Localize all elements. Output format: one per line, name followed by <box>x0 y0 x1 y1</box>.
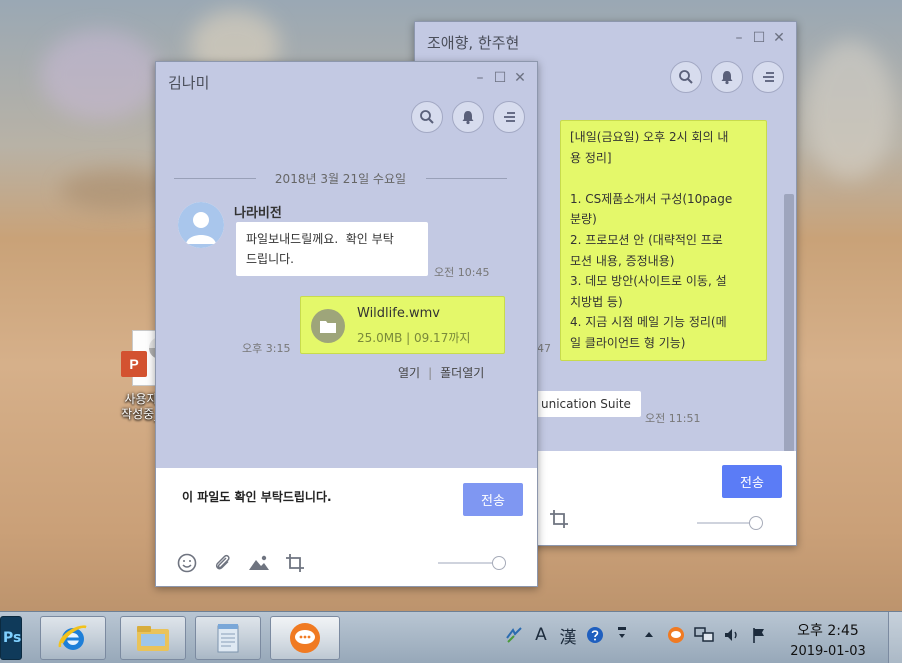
avatar[interactable] <box>178 202 224 248</box>
opacity-slider[interactable] <box>697 516 763 530</box>
system-tray: A 漢 <box>505 624 768 648</box>
taskbar-clock[interactable]: 오후 2:45 2019-01-03 <box>778 620 878 659</box>
emoji-icon[interactable] <box>176 552 198 574</box>
photoshop-taskbar-button[interactable]: Ps <box>0 616 22 660</box>
send-button[interactable]: 전송 <box>463 483 523 516</box>
message-input[interactable]: 이 파일도 확인 부탁드립니다. <box>182 488 332 505</box>
show-desktop-button[interactable] <box>888 612 902 663</box>
volume-icon[interactable] <box>723 624 741 646</box>
menu-icon[interactable] <box>752 61 784 93</box>
bell-icon[interactable] <box>452 101 484 133</box>
maximize-button[interactable]: ☐ <box>493 70 507 86</box>
message-time: 47 <box>537 342 551 355</box>
message-time: 오전 11:51 <box>645 412 701 425</box>
attach-icon[interactable] <box>212 552 234 574</box>
message-input-area[interactable]: 이 파일도 확인 부탁드립니다. 전송 <box>156 468 537 586</box>
date-separator: 2018년 3월 21일 수요일 <box>174 170 507 187</box>
messenger-tray-icon[interactable] <box>667 624 685 646</box>
crop-icon[interactable] <box>549 509 569 533</box>
network-icon[interactable] <box>694 624 714 646</box>
crop-icon[interactable] <box>284 552 306 574</box>
message-time: 오후 3:15 <box>242 342 291 355</box>
scrollbar[interactable] <box>784 194 794 452</box>
date-label: 2018년 3월 21일 수요일 <box>255 170 426 187</box>
close-button[interactable]: ✕ <box>513 70 527 86</box>
clock-time: 오후 2:45 <box>797 623 859 639</box>
action-separator: | <box>428 366 433 380</box>
help-icon[interactable] <box>586 624 604 646</box>
notepad-taskbar-button[interactable] <box>195 616 261 660</box>
chat-area[interactable]: 2018년 3월 21일 수요일 나라비전 파일보내드릴께요. 확인 부탁 드립… <box>156 152 537 470</box>
message-bubble: 파일보내드릴께요. 확인 부탁 드립니다. <box>236 222 428 276</box>
ime-options-icon[interactable] <box>613 624 631 646</box>
internet-explorer-taskbar-button[interactable] <box>40 616 106 660</box>
send-button[interactable]: 전송 <box>722 465 782 498</box>
minimize-button[interactable]: – <box>473 70 487 86</box>
opacity-slider[interactable] <box>438 556 506 570</box>
notepad-icon <box>217 624 239 653</box>
open-file-link[interactable]: 열기 <box>398 366 420 380</box>
folder-icon <box>137 626 169 651</box>
file-explorer-taskbar-button[interactable] <box>120 616 186 660</box>
message-bubble: [내일(금요일) 오후 2시 회의 내 용 정리] 1. CS제품소개서 구성(… <box>560 120 767 361</box>
hanja-indicator[interactable]: 漢 <box>559 624 577 648</box>
taskbar: Ps A 漢 오후 2:45 2019-01-03 <box>0 611 902 663</box>
messenger-taskbar-button[interactable] <box>270 616 340 660</box>
menu-icon[interactable] <box>493 101 525 133</box>
window-header: 김나미 – ☐ ✕ <box>156 62 537 152</box>
message-bubble: unication Suite <box>535 391 641 417</box>
action-center-flag-icon[interactable] <box>750 624 768 646</box>
open-folder-link[interactable]: 폴더열기 <box>440 366 484 380</box>
search-icon[interactable] <box>411 101 443 133</box>
bell-icon[interactable] <box>711 61 743 93</box>
internet-explorer-icon <box>58 625 87 650</box>
file-message[interactable]: Wildlife.wmv 25.0MB | 09.17까지 <box>300 296 505 354</box>
ime-mode-indicator[interactable]: A <box>532 624 550 646</box>
maximize-button[interactable]: ☐ <box>752 30 766 46</box>
chat-window-kimnami: 김나미 – ☐ ✕ 2018년 3월 21일 수요일 나라비전 파일보내드릴께요… <box>155 61 538 587</box>
clock-date: 2019-01-03 <box>790 644 866 659</box>
messenger-icon <box>290 623 320 653</box>
message-time: 오전 10:45 <box>434 266 490 279</box>
image-icon[interactable] <box>248 552 270 574</box>
search-icon[interactable] <box>670 61 702 93</box>
sender-name: 나라비전 <box>234 206 282 221</box>
close-button[interactable]: ✕ <box>772 30 786 46</box>
folder-icon <box>311 309 345 343</box>
minimize-button[interactable]: – <box>732 30 746 46</box>
window-title: 김나미 <box>168 74 210 92</box>
language-bar-icon[interactable] <box>505 624 523 646</box>
file-name: Wildlife.wmv <box>357 306 440 321</box>
file-info: 25.0MB | 09.17까지 <box>357 331 471 345</box>
tray-expand-icon[interactable] <box>640 624 658 646</box>
window-title: 조애향, 한주현 <box>427 34 520 52</box>
